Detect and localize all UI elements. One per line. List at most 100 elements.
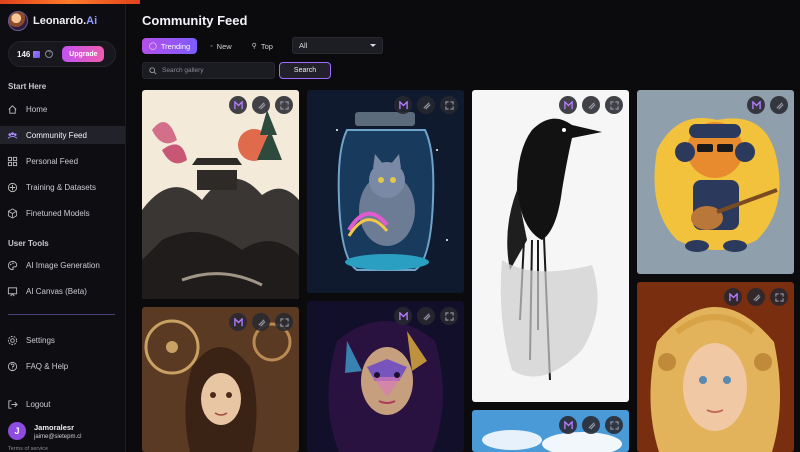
gallery-card[interactable]	[637, 282, 794, 452]
trophy-icon: ⚲	[251, 43, 257, 50]
expand-button[interactable]	[770, 288, 788, 306]
gallery-card[interactable]	[307, 301, 464, 452]
expand-icon	[774, 292, 784, 302]
remix-icon	[398, 100, 408, 109]
search-icon	[149, 66, 157, 75]
remix-button[interactable]	[394, 96, 412, 114]
leonardo-logo	[8, 11, 28, 31]
user-profile[interactable]: J Jamoralesr jaime@sietepm.cl	[8, 422, 81, 440]
tab-top[interactable]: ⚲ Top	[245, 38, 280, 54]
remix-button[interactable]	[559, 96, 577, 114]
pagoda-landscape-image	[142, 90, 299, 299]
slash-icon	[422, 101, 431, 110]
variation-button[interactable]	[252, 313, 270, 331]
search-field[interactable]	[142, 62, 275, 79]
search-button[interactable]: Search	[279, 62, 331, 79]
raven-image	[472, 90, 629, 402]
remix-icon	[563, 420, 573, 429]
remix-button[interactable]	[747, 96, 765, 114]
sidebar-item-home[interactable]: Home	[0, 100, 125, 118]
sidebar: Leonardo.Ai 146 ? Upgrade Start Here Hom…	[0, 0, 140, 452]
slash-icon	[257, 101, 266, 110]
sidebar-item-faq-help[interactable]: FAQ & Help	[0, 357, 125, 375]
sidebar-item-settings[interactable]: Settings	[0, 331, 125, 349]
cat-in-jar-image	[307, 90, 464, 293]
variation-button[interactable]	[747, 288, 765, 306]
remix-icon	[728, 292, 738, 301]
variation-button[interactable]	[770, 96, 788, 114]
expand-icon	[279, 100, 289, 110]
expand-icon	[609, 420, 619, 430]
slash-icon	[422, 312, 431, 321]
brand-name: Leonardo.Ai	[33, 15, 98, 27]
sidebar-item-ai-canvas[interactable]: AI Canvas (Beta)	[0, 282, 125, 300]
tab-new[interactable]: ◦ New	[203, 38, 239, 54]
help-icon	[7, 361, 18, 372]
sidebar-item-community-feed[interactable]: Community Feed	[0, 126, 125, 144]
chevron-down-icon	[370, 44, 376, 47]
expand-button[interactable]	[605, 416, 623, 434]
expand-button[interactable]	[440, 96, 458, 114]
sidebar-item-ai-image-generation[interactable]: AI Image Generation	[0, 256, 125, 274]
top-banner-strip	[0, 0, 140, 4]
remix-button[interactable]	[559, 416, 577, 434]
gallery-card[interactable]	[307, 90, 464, 293]
brand[interactable]: Leonardo.Ai	[8, 11, 97, 31]
sidebar-item-personal-feed[interactable]: Personal Feed	[0, 152, 125, 170]
variation-button[interactable]	[417, 96, 435, 114]
section-user-tools: User Tools	[8, 239, 49, 248]
slash-icon	[775, 101, 784, 110]
expand-button[interactable]	[275, 96, 293, 114]
sidebar-item-training-datasets[interactable]: Training & Datasets	[0, 178, 125, 196]
training-icon	[7, 182, 18, 193]
variation-button[interactable]	[582, 96, 600, 114]
gallery-card[interactable]	[142, 307, 299, 452]
slash-icon	[587, 101, 596, 110]
tiger-guitar-image	[637, 90, 794, 274]
expand-icon	[609, 100, 619, 110]
token-balance: 146 ? Upgrade	[8, 41, 116, 67]
community-icon	[7, 130, 18, 141]
fire-icon: ◯	[149, 43, 157, 50]
sidebar-divider	[8, 314, 115, 315]
remix-button[interactable]	[394, 307, 412, 325]
page-title: Community Feed	[142, 13, 248, 28]
search-input[interactable]	[162, 67, 272, 74]
main-content: Community Feed ◯ Trending ◦ New ⚲ Top Al…	[126, 0, 800, 452]
sidebar-item-finetuned-models[interactable]: Finetuned Models	[0, 204, 125, 222]
remix-icon	[233, 100, 243, 109]
expand-icon	[444, 100, 454, 110]
remix-icon	[563, 100, 573, 109]
tab-trending[interactable]: ◯ Trending	[142, 38, 198, 54]
terms-link[interactable]: Terms of service	[8, 446, 48, 452]
remix-icon	[233, 317, 243, 326]
gallery-card[interactable]	[472, 410, 629, 452]
expand-icon	[279, 317, 289, 327]
gallery-card[interactable]	[637, 90, 794, 274]
gallery-card[interactable]	[472, 90, 629, 402]
golden-woman-image	[637, 282, 794, 452]
expand-button[interactable]	[605, 96, 623, 114]
remix-button[interactable]	[724, 288, 742, 306]
upgrade-button[interactable]: Upgrade	[62, 46, 105, 62]
variation-button[interactable]	[417, 307, 435, 325]
slash-icon	[257, 318, 266, 327]
user-name: Jamoralesr	[34, 422, 75, 432]
filter-select[interactable]: All	[292, 37, 383, 54]
remix-button[interactable]	[229, 96, 247, 114]
grid-icon	[7, 156, 18, 167]
expand-icon	[444, 311, 454, 321]
token-info-icon[interactable]: ?	[45, 50, 54, 58]
variation-button[interactable]	[582, 416, 600, 434]
slash-icon	[587, 421, 596, 430]
expand-button[interactable]	[440, 307, 458, 325]
section-start-here: Start Here	[8, 82, 47, 91]
palette-icon	[7, 260, 18, 271]
gallery-card[interactable]	[142, 90, 299, 299]
remix-button[interactable]	[229, 313, 247, 331]
variation-button[interactable]	[252, 96, 270, 114]
sidebar-item-logout[interactable]: Logout	[0, 395, 125, 413]
user-email: jaime@sietepm.cl	[34, 433, 82, 440]
expand-button[interactable]	[275, 313, 293, 331]
remix-icon	[398, 311, 408, 320]
